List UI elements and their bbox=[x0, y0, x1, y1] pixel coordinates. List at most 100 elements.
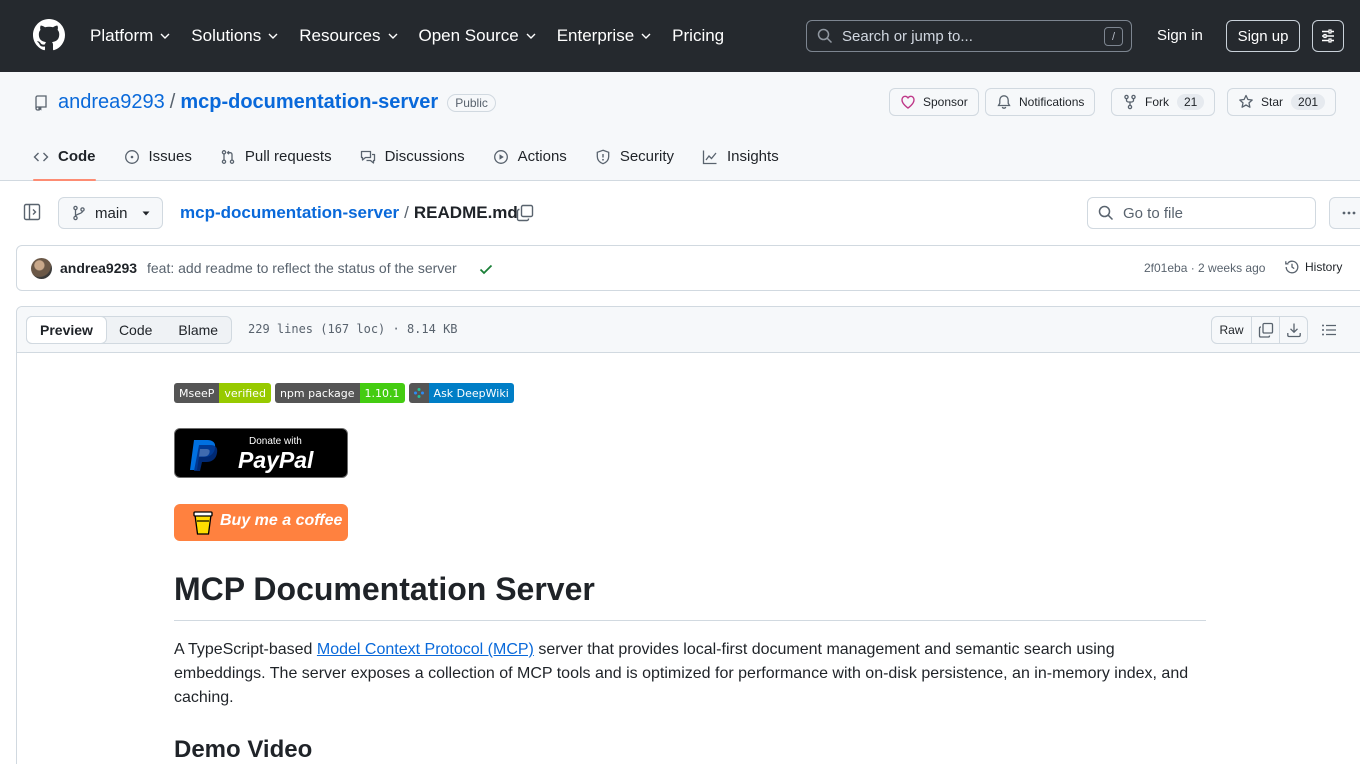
buy-me-a-coffee-button[interactable]: Buy me a coffee bbox=[174, 504, 348, 541]
star-button[interactable]: Star 201 bbox=[1227, 88, 1337, 116]
sponsor-label: Sponsor bbox=[923, 95, 968, 109]
caret-down-icon bbox=[142, 211, 150, 216]
demo-video-heading: Demo Video bbox=[174, 736, 313, 763]
paypal-wordmark: PayPal bbox=[238, 447, 314, 473]
site-menu-button[interactable] bbox=[1312, 20, 1344, 52]
tab-insights[interactable]: Insights bbox=[702, 142, 779, 181]
tab-code[interactable]: Code bbox=[33, 142, 96, 181]
badge-left: MseeP bbox=[174, 383, 220, 403]
nav-open-source[interactable]: Open Source bbox=[419, 26, 537, 46]
sign-up-button[interactable]: Sign up bbox=[1226, 20, 1300, 52]
branch-name: main bbox=[95, 204, 128, 222]
repo-icon bbox=[35, 94, 47, 111]
tab-issues[interactable]: Issues bbox=[124, 142, 192, 181]
more-options-button[interactable] bbox=[1329, 197, 1360, 229]
copy-raw-button[interactable] bbox=[1251, 317, 1279, 343]
file-actions-group: Raw bbox=[1211, 316, 1308, 344]
code-label: Code bbox=[118, 322, 153, 338]
search-icon bbox=[817, 28, 833, 44]
blame-label: Blame bbox=[178, 322, 219, 338]
sign-in-link[interactable]: Sign in bbox=[1157, 27, 1203, 44]
nav-platform[interactable]: Platform bbox=[90, 26, 171, 46]
breadcrumb-separator: / bbox=[404, 203, 409, 222]
nav-resources[interactable]: Resources bbox=[299, 26, 398, 46]
file-viewer: Preview Code Blame 229 lines (167 loc) ·… bbox=[16, 306, 1360, 764]
github-logo-icon[interactable] bbox=[33, 19, 65, 51]
fork-button[interactable]: Fork 21 bbox=[1111, 88, 1216, 116]
history-label: History bbox=[1305, 260, 1343, 274]
repo-path-separator: / bbox=[169, 91, 176, 113]
latest-commit-bar: andrea9293 feat: add readme to reflect t… bbox=[16, 245, 1360, 291]
raw-button[interactable]: Raw bbox=[1212, 317, 1251, 343]
tab-label: Discussions bbox=[384, 148, 465, 165]
branch-selector[interactable]: main bbox=[58, 197, 163, 229]
global-search-input[interactable]: Search or jump to... / bbox=[806, 20, 1132, 52]
mcp-link[interactable]: Model Context Protocol (MCP) bbox=[317, 641, 534, 658]
paypal-logo-icon bbox=[190, 440, 218, 471]
nav-enterprise[interactable]: Enterprise bbox=[557, 26, 652, 46]
go-to-file-placeholder: Go to file bbox=[1123, 204, 1184, 222]
preview-label: Preview bbox=[40, 322, 93, 338]
history-button[interactable]: History bbox=[1284, 259, 1342, 275]
repo-name-link[interactable]: mcp-documentation-server bbox=[180, 91, 438, 114]
sliders-icon bbox=[1322, 29, 1334, 43]
go-to-file-input[interactable]: Go to file bbox=[1087, 197, 1316, 229]
breadcrumb-repo-link[interactable]: mcp-documentation-server bbox=[180, 203, 399, 223]
deepwiki-badge[interactable]: Ask DeepWiki bbox=[408, 383, 514, 403]
readme-content: MseeP verified npm package 1.10.1 Ask De… bbox=[174, 383, 1206, 764]
sidebar-expand-icon[interactable] bbox=[23, 203, 41, 221]
tab-label: Insights bbox=[727, 148, 779, 165]
blame-tab[interactable]: Blame bbox=[165, 317, 231, 343]
star-count: 201 bbox=[1291, 94, 1326, 110]
chevron-down-icon bbox=[268, 33, 278, 39]
pull-request-icon bbox=[221, 150, 235, 164]
commit-author-link[interactable]: andrea9293 bbox=[60, 260, 137, 276]
mseep-badge[interactable]: MseeP verified bbox=[174, 383, 271, 403]
nav-label: Resources bbox=[299, 26, 381, 45]
tab-pull-requests[interactable]: Pull requests bbox=[220, 142, 332, 181]
star-icon bbox=[1239, 94, 1253, 108]
code-icon bbox=[33, 152, 49, 162]
sponsor-button[interactable]: Sponsor bbox=[889, 88, 979, 116]
tab-label: Security bbox=[619, 148, 674, 165]
file-toolbar: Preview Code Blame 229 lines (167 loc) ·… bbox=[17, 307, 1360, 353]
search-icon bbox=[1098, 205, 1114, 221]
commit-sha-and-time[interactable]: 2f01eba · 2 weeks ago bbox=[1144, 261, 1265, 275]
search-shortcut-key: / bbox=[1104, 27, 1123, 46]
preview-tab[interactable]: Preview bbox=[26, 316, 107, 344]
notifications-button[interactable]: Notifications bbox=[985, 88, 1096, 116]
nav-pricing[interactable]: Pricing bbox=[672, 26, 724, 46]
avatar[interactable] bbox=[31, 258, 52, 279]
commit-message-link[interactable]: feat: add readme to reflect the status o… bbox=[147, 260, 457, 276]
issue-icon bbox=[124, 150, 139, 164]
code-view-tab[interactable]: Code bbox=[106, 317, 165, 343]
graph-icon bbox=[702, 150, 717, 165]
readme-intro: A TypeScript-based Model Context Protoco… bbox=[174, 638, 1206, 710]
tab-label: Code bbox=[58, 148, 96, 165]
badge-left: npm package bbox=[274, 383, 360, 403]
nav-solutions[interactable]: Solutions bbox=[191, 26, 279, 46]
nav-label: Open Source bbox=[418, 26, 519, 45]
fork-label: Fork bbox=[1145, 95, 1169, 109]
history-icon bbox=[1285, 260, 1299, 274]
tab-actions[interactable]: Actions bbox=[493, 142, 567, 181]
tab-label: Pull requests bbox=[244, 148, 332, 165]
download-button[interactable] bbox=[1279, 317, 1307, 343]
sign-up-label: Sign up bbox=[1237, 27, 1289, 45]
coffee-cup-icon bbox=[193, 511, 213, 535]
repo-owner-link[interactable]: andrea9293 bbox=[58, 91, 165, 114]
chevron-down-icon bbox=[526, 33, 536, 39]
tab-label: Actions bbox=[517, 148, 567, 165]
tab-label: Issues bbox=[148, 148, 192, 165]
chevron-down-icon bbox=[160, 33, 170, 39]
check-icon[interactable] bbox=[478, 261, 494, 277]
copy-icon[interactable] bbox=[516, 204, 534, 222]
outline-list-icon[interactable] bbox=[1321, 322, 1337, 338]
paypal-donate-button[interactable]: Donate with PayPal bbox=[174, 428, 348, 478]
npm-badge[interactable]: npm package 1.10.1 bbox=[274, 383, 405, 403]
tab-discussions[interactable]: Discussions bbox=[360, 142, 465, 181]
paypal-donate-text: Donate with bbox=[249, 436, 302, 447]
tab-security[interactable]: Security bbox=[595, 142, 674, 181]
nav-label: Enterprise bbox=[556, 26, 635, 45]
global-header: Platform Solutions Resources Open Source… bbox=[0, 0, 1360, 72]
